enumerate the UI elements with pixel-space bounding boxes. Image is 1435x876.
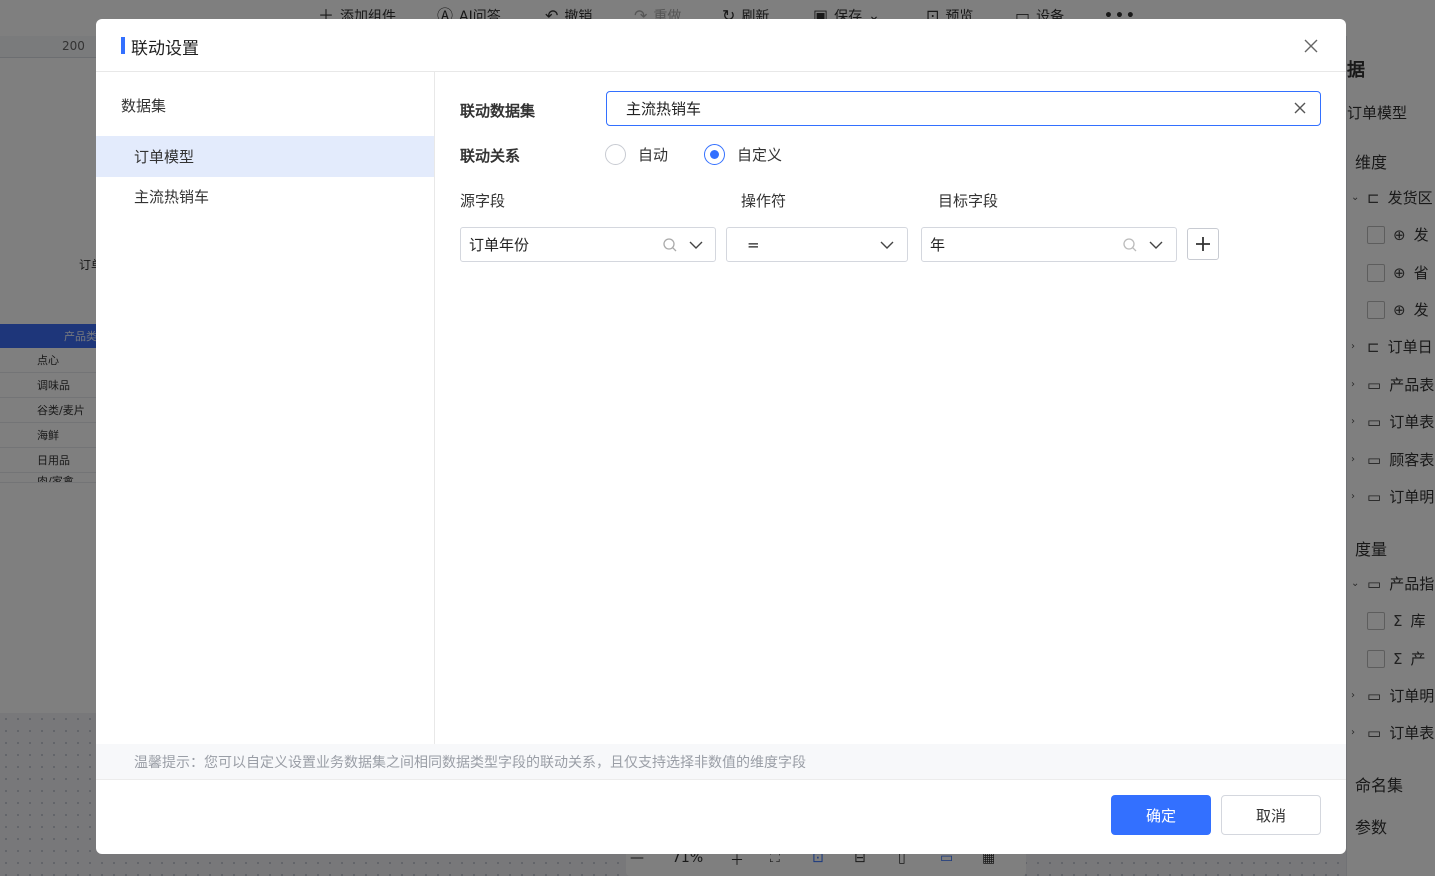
relation-radio-custom[interactable]: 自定义 [704, 144, 782, 165]
target-field-select[interactable]: 年 [921, 227, 1177, 262]
operator-value: = [747, 235, 760, 254]
source-field-value: 订单年份 [469, 236, 530, 254]
linkage-config-panel: 联动数据集 主流热销车 联动关系 自动 自定义 源字段 操作符 目标字段 订单年… [435, 72, 1346, 744]
linked-dataset-value: 主流热销车 [626, 100, 702, 118]
chevron-down-icon [1149, 241, 1163, 249]
chevron-down-icon [880, 241, 894, 249]
dataset-item-order-model[interactable]: 订单模型 [96, 136, 434, 177]
dataset-list-panel: 数据集 订单模型 主流热销车 [96, 72, 435, 744]
search-icon [1123, 238, 1137, 252]
plus-icon [1196, 237, 1210, 251]
target-field-heading: 目标字段 [938, 192, 999, 210]
linked-dataset-label: 联动数据集 [460, 102, 536, 120]
target-field-value: 年 [930, 236, 946, 254]
relation-label: 联动关系 [460, 147, 521, 165]
source-field-heading: 源字段 [460, 192, 506, 210]
operator-heading: 操作符 [741, 192, 787, 210]
search-icon [663, 238, 677, 252]
tip-bar: 温馨提示：您可以自定义设置业务数据集之间相同数据类型字段的联动关系，且仅支持选择… [96, 744, 1346, 780]
source-field-select[interactable]: 订单年份 [460, 227, 716, 262]
operator-select[interactable]: = [726, 227, 908, 262]
cancel-button[interactable]: 取消 [1221, 795, 1321, 835]
linkage-settings-dialog: 联动设置 数据集 订单模型 主流热销车 联动数据集 主流热销车 联动关系 自动 … [96, 19, 1346, 854]
relation-radio-auto[interactable]: 自动 [605, 144, 668, 165]
chevron-down-icon [689, 241, 703, 249]
radio-circle-checked[interactable] [704, 144, 725, 165]
clear-icon[interactable] [1292, 100, 1308, 116]
add-rule-button[interactable] [1187, 228, 1219, 260]
dialog-title: 联动设置 [131, 39, 199, 59]
tip-text: 温馨提示：您可以自定义设置业务数据集之间相同数据类型字段的联动关系，且仅支持选择… [134, 754, 806, 771]
radio-circle[interactable] [605, 144, 626, 165]
dialog-header: 联动设置 [96, 19, 1346, 72]
title-accent-bar [121, 37, 125, 54]
linked-dataset-select[interactable]: 主流热销车 [606, 91, 1321, 126]
confirm-button[interactable]: 确定 [1111, 795, 1211, 835]
dataset-list-heading: 数据集 [121, 97, 167, 115]
close-icon [1304, 39, 1318, 53]
close-button[interactable] [1299, 34, 1323, 58]
dataset-item-hot-cars[interactable]: 主流热销车 [96, 176, 434, 217]
